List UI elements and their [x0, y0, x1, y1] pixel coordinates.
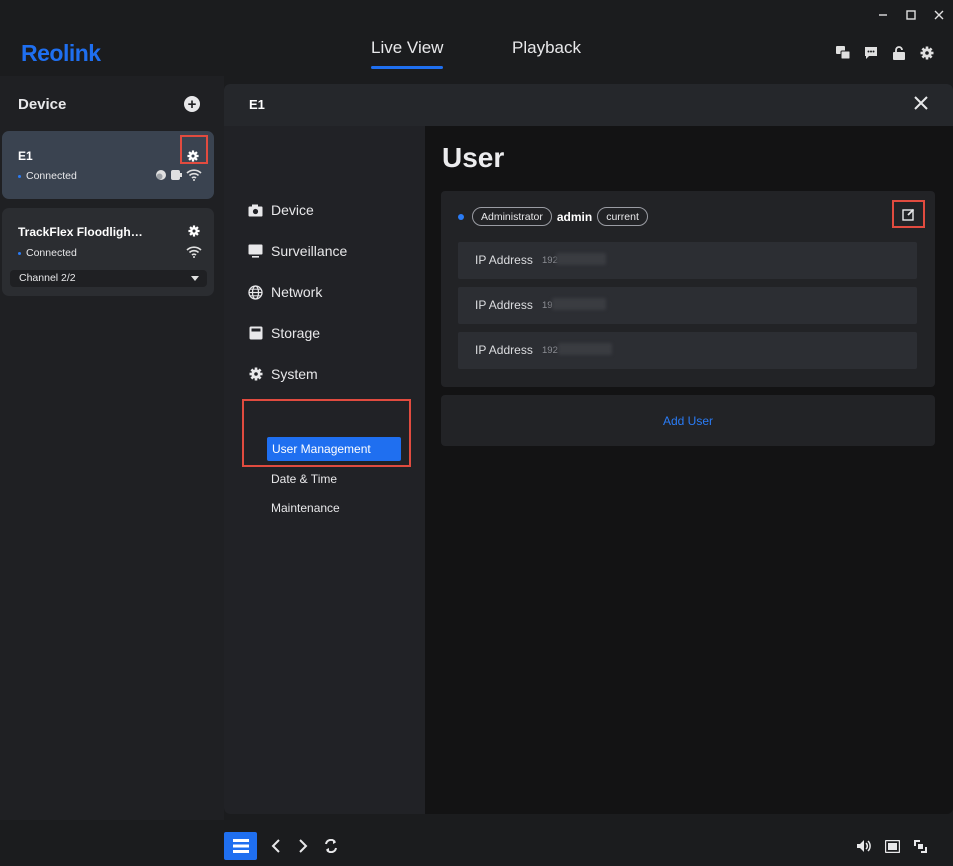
menu-label: Network	[271, 284, 323, 300]
edit-icon	[902, 208, 915, 221]
ip-value: 19	[542, 300, 553, 311]
unlock-icon[interactable]	[891, 45, 907, 61]
ip-value: 192	[542, 345, 558, 356]
chevron-left-icon[interactable]	[268, 838, 284, 854]
monitor-icon	[248, 244, 263, 259]
device-settings-gear-icon[interactable]	[187, 149, 201, 163]
device-card-trackflex[interactable]: TrackFlex Floodligh… Connected Channel 2…	[2, 208, 214, 296]
globe-icon	[248, 284, 263, 300]
maximize-icon[interactable]	[897, 0, 925, 30]
device-name: TrackFlex Floodligh…	[18, 225, 143, 239]
page-title: User	[442, 142, 505, 173]
device-name: E1	[18, 149, 33, 163]
user-summary: Administrator admin current	[458, 207, 648, 226]
camera-icon	[248, 203, 263, 218]
device-status: Connected	[18, 170, 77, 182]
menu-item-device[interactable]: Device	[248, 202, 314, 218]
refresh-icon[interactable]	[323, 838, 339, 854]
plus-icon: +	[187, 95, 197, 113]
minimize-icon[interactable]	[869, 0, 897, 30]
menu-label: Device	[271, 202, 314, 218]
ip-label: IP Address	[475, 343, 533, 357]
device-settings-modal: E1 Device Surveillance Network Storage S…	[224, 84, 953, 814]
layout-button[interactable]	[224, 832, 257, 860]
redacted-value	[556, 253, 606, 265]
user-card: Administrator admin current IP Address 1…	[441, 191, 935, 387]
menu-item-system[interactable]: System	[248, 366, 318, 382]
close-icon[interactable]	[913, 95, 931, 113]
channel-select-value: Channel 2/2	[19, 272, 76, 284]
tab-live-view[interactable]: Live View	[371, 38, 444, 72]
wifi-icon	[186, 245, 202, 263]
chevron-down-icon	[191, 276, 199, 281]
status-dot	[18, 251, 21, 255]
channel-select[interactable]: Channel 2/2	[10, 270, 207, 287]
submenu-user-management[interactable]: User Management	[267, 437, 401, 461]
spotlight-icon	[156, 170, 166, 180]
layout-icon	[232, 839, 249, 853]
settings-menu: Device Surveillance Network Storage Syst…	[224, 126, 425, 814]
device-status: Connected	[18, 247, 77, 259]
tab-playback[interactable]: Playback	[512, 38, 581, 72]
modal-header: E1	[224, 84, 953, 126]
menu-label: Surveillance	[271, 243, 348, 259]
window-controls	[869, 0, 953, 30]
redacted-value	[552, 298, 606, 310]
chevron-right-icon[interactable]	[295, 838, 311, 854]
close-window-icon[interactable]	[925, 0, 953, 30]
device-settings-gear-icon[interactable]	[188, 224, 202, 238]
device-panel-title: Device	[18, 96, 67, 113]
gear-icon	[248, 367, 263, 382]
main-nav: Live View Playback	[0, 38, 953, 72]
storage-icon	[248, 326, 263, 341]
device-card-e1[interactable]: E1 Connected	[2, 131, 214, 199]
submenu-date-time[interactable]: Date & Time	[271, 472, 337, 486]
modal-title: E1	[249, 97, 265, 112]
ip-label: IP Address	[475, 253, 533, 267]
submenu-maintenance[interactable]: Maintenance	[271, 501, 340, 515]
menu-item-storage[interactable]: Storage	[248, 325, 320, 341]
menu-item-surveillance[interactable]: Surveillance	[248, 243, 347, 259]
message-icon[interactable]	[863, 45, 879, 61]
status-text: Connected	[26, 170, 77, 182]
menu-item-network[interactable]: Network	[248, 284, 322, 300]
menu-label: System	[271, 366, 318, 382]
camera-status-icon	[171, 170, 182, 180]
volume-icon[interactable]	[856, 838, 872, 854]
role-badge: Administrator	[472, 207, 552, 226]
add-user-button[interactable]: Add User	[441, 395, 935, 446]
ip-address-row: IP Address 192	[458, 332, 917, 369]
current-badge: current	[597, 207, 648, 226]
status-dot	[18, 174, 21, 178]
settings-icon[interactable]	[919, 45, 935, 61]
user-name: admin	[556, 209, 593, 224]
menu-label: Storage	[271, 325, 321, 341]
fullscreen-icon[interactable]	[912, 838, 928, 854]
ip-address-row: IP Address 192	[458, 242, 917, 279]
redacted-value	[558, 343, 612, 355]
wifi-icon	[186, 169, 202, 181]
screen-icon[interactable]	[884, 838, 900, 854]
user-status-dot	[458, 213, 464, 220]
device-indicators	[155, 169, 202, 181]
ip-address-row: IP Address 19	[458, 287, 917, 324]
edit-user-button[interactable]	[892, 200, 925, 228]
status-text: Connected	[26, 247, 77, 259]
add-device-button[interactable]: +	[184, 96, 200, 112]
top-toolbar	[835, 45, 935, 61]
language-icon[interactable]	[835, 45, 851, 61]
ip-label: IP Address	[475, 298, 533, 312]
